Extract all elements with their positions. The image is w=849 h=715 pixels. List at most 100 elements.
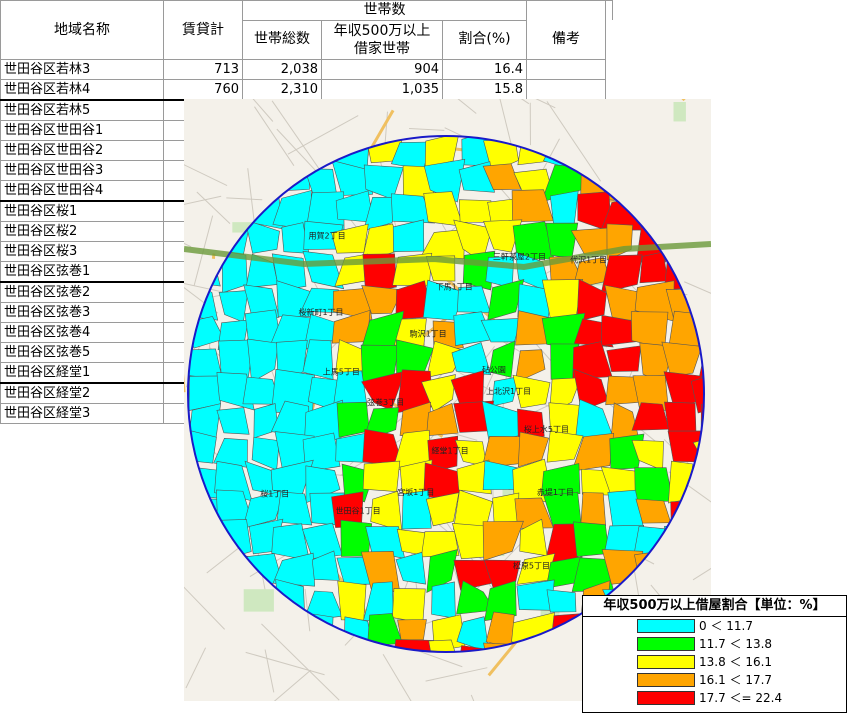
- map-region[interactable]: [309, 131, 346, 161]
- map-region[interactable]: [545, 222, 579, 259]
- map-region[interactable]: [253, 403, 279, 439]
- map-region[interactable]: [692, 550, 711, 589]
- notes-cell[interactable]: [526, 79, 606, 101]
- rental-cell[interactable]: 760: [163, 79, 243, 101]
- map-region[interactable]: [340, 519, 373, 557]
- map-region[interactable]: [246, 611, 281, 647]
- map-region[interactable]: [338, 643, 363, 679]
- map-region[interactable]: [634, 549, 670, 587]
- map-region[interactable]: [511, 643, 550, 682]
- region-cell[interactable]: 世田谷区弦巻5: [0, 342, 164, 363]
- map-region[interactable]: [392, 219, 425, 252]
- map-region[interactable]: [691, 280, 711, 313]
- map-region[interactable]: [275, 129, 310, 173]
- total-cell[interactable]: 2,038: [242, 59, 322, 80]
- map-region[interactable]: [216, 407, 250, 435]
- region-cell[interactable]: 世田谷区桜2: [0, 221, 164, 242]
- region-cell[interactable]: 世田谷区若林3: [0, 59, 164, 80]
- map-region[interactable]: [364, 647, 406, 679]
- map-region[interactable]: [216, 129, 245, 173]
- region-cell[interactable]: 世田谷区経堂1: [0, 362, 164, 384]
- total-cell[interactable]: 2,310: [242, 79, 322, 101]
- region-cell[interactable]: 世田谷区弦巻3: [0, 302, 164, 323]
- map-region[interactable]: [607, 133, 639, 171]
- map-region[interactable]: [606, 345, 642, 372]
- map-region[interactable]: [691, 191, 711, 229]
- map-region[interactable]: [313, 613, 334, 652]
- map-region[interactable]: [218, 290, 249, 323]
- map-region[interactable]: [215, 611, 253, 653]
- region-cell[interactable]: 世田谷区世田谷4: [0, 180, 164, 202]
- map-region[interactable]: [391, 639, 434, 681]
- map-region[interactable]: [184, 580, 223, 621]
- region-cell[interactable]: 世田谷区経堂3: [0, 403, 164, 424]
- header-notes-top[interactable]: [605, 0, 613, 20]
- map-region[interactable]: [426, 402, 459, 437]
- header-ratio[interactable]: 割合(%): [442, 20, 527, 60]
- header-ratio-top[interactable]: [526, 0, 606, 20]
- header-notes[interactable]: 備考: [526, 20, 606, 60]
- map-region[interactable]: [697, 222, 711, 256]
- map-region[interactable]: [362, 460, 401, 492]
- map-region[interactable]: [546, 589, 577, 613]
- region-cell[interactable]: 世田谷区若林4: [0, 79, 164, 101]
- map-region[interactable]: [639, 132, 667, 163]
- map-region[interactable]: [660, 193, 701, 231]
- header-household-group[interactable]: 世帯数: [242, 0, 527, 21]
- map-region[interactable]: [691, 131, 711, 172]
- map-region[interactable]: [308, 641, 343, 679]
- map-region[interactable]: [343, 616, 372, 652]
- map-region[interactable]: [634, 467, 674, 502]
- map-region[interactable]: [606, 223, 633, 261]
- region-cell[interactable]: 世田谷区弦巻2: [0, 281, 164, 303]
- map-region[interactable]: [700, 462, 711, 494]
- map-region[interactable]: [397, 619, 427, 641]
- map-region[interactable]: [188, 525, 225, 561]
- map-region[interactable]: [633, 160, 670, 202]
- map-region[interactable]: [668, 310, 703, 347]
- map-region[interactable]: [571, 129, 615, 170]
- ratio-cell[interactable]: 16.4: [442, 59, 527, 80]
- map-region[interactable]: [184, 647, 220, 678]
- map-region[interactable]: [272, 645, 307, 676]
- map-region[interactable]: [641, 192, 674, 233]
- map-region[interactable]: [691, 249, 711, 291]
- notes-cell[interactable]: [526, 59, 606, 80]
- map-region[interactable]: [661, 548, 703, 580]
- map-region[interactable]: [425, 492, 460, 527]
- region-cell[interactable]: 世田谷区世田谷3: [0, 160, 164, 181]
- region-cell[interactable]: 世田谷区若林5: [0, 99, 164, 121]
- region-cell[interactable]: 世田谷区世田谷1: [0, 120, 164, 141]
- map-region[interactable]: [184, 497, 222, 530]
- map-region[interactable]: [550, 613, 581, 649]
- map-region[interactable]: [337, 580, 367, 621]
- map-region[interactable]: [661, 158, 704, 201]
- map-region[interactable]: [277, 608, 304, 648]
- rent500-cell[interactable]: 1,035: [321, 79, 443, 101]
- map-region[interactable]: [184, 554, 220, 594]
- map-region[interactable]: [184, 608, 223, 652]
- region-cell[interactable]: 世田谷区桜3: [0, 241, 164, 262]
- map-region[interactable]: [580, 492, 606, 527]
- map-region[interactable]: [302, 522, 343, 559]
- header-total[interactable]: 世帯総数: [242, 19, 322, 60]
- header-rent500[interactable]: 年収500万以上 借家世帯: [321, 19, 443, 60]
- rent500-cell[interactable]: 904: [321, 59, 443, 80]
- ratio-cell[interactable]: 15.8: [442, 79, 527, 101]
- map-region[interactable]: [663, 133, 704, 166]
- region-cell[interactable]: 世田谷区弦巻4: [0, 322, 164, 343]
- region-cell[interactable]: 世田谷区世田谷2: [0, 140, 164, 161]
- map-region[interactable]: [392, 588, 426, 624]
- map-region[interactable]: [542, 643, 584, 674]
- region-cell[interactable]: 世田谷区桜1: [0, 200, 164, 222]
- region-cell[interactable]: 世田谷区弦巻1: [0, 261, 164, 283]
- map-region[interactable]: [663, 525, 696, 561]
- map-region[interactable]: [210, 550, 255, 587]
- map-region[interactable]: [701, 529, 711, 560]
- header-rental[interactable]: 賃貸計: [163, 0, 243, 60]
- map-region[interactable]: [670, 500, 705, 532]
- map-region[interactable]: [244, 641, 281, 681]
- map-region[interactable]: [661, 341, 703, 378]
- header-region[interactable]: 地域名称: [0, 0, 164, 60]
- map-region[interactable]: [279, 159, 311, 192]
